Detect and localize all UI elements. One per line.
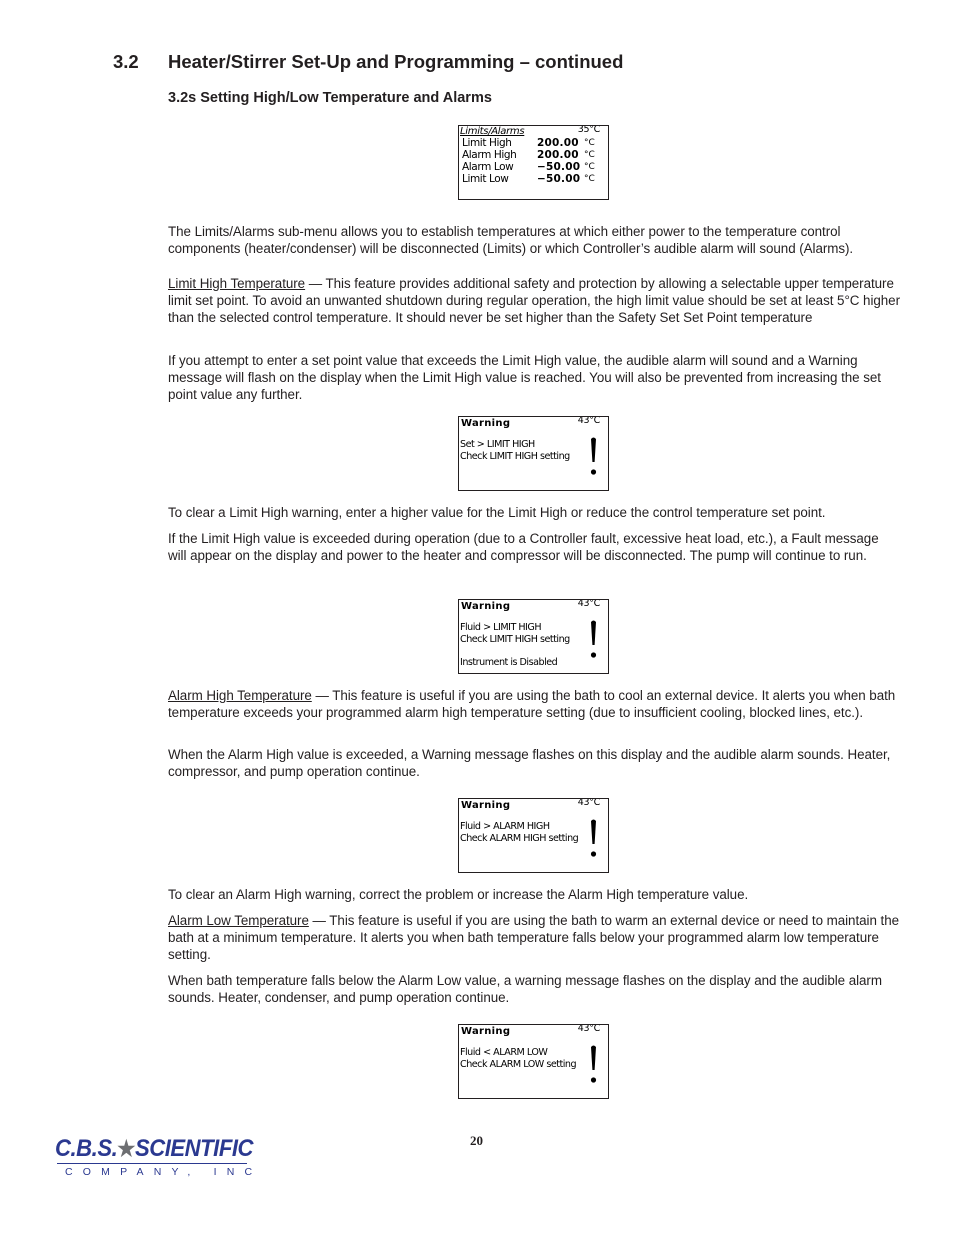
lcd-row-value: 200.00 (537, 137, 579, 149)
lcd-warning-fluid-alarm-high: Warning 43°C Fluid > ALARM HIGH Check AL… (458, 798, 609, 873)
logo-brand-right: SCIENTIFIC (134, 1135, 254, 1162)
section-number: 3.2 (113, 51, 139, 72)
lcd-line-3: Instrument is Disabled (460, 657, 558, 668)
logo-divider (57, 1163, 247, 1164)
logo-subtitle: COMPANY, INC (65, 1166, 263, 1178)
lcd-row-label: Alarm Low (462, 161, 514, 173)
lcd-warning-set-limit-high: Warning 43°C Set > LIMIT HIGH Check LIMI… (458, 416, 609, 491)
paragraph-limit-high-clear: To clear a Limit High warning, enter a h… (168, 505, 826, 520)
lcd-warning-title: Warning (461, 800, 511, 811)
lcd-row-label: Limit Low (462, 173, 509, 185)
lcd-line-2: Check ALARM LOW setting (460, 1059, 577, 1070)
paragraph-limit-high: Limit High Temperature — This feature pr… (168, 275, 900, 326)
exclamation-icon (590, 437, 597, 475)
logo-brand-left: C.B.S. (55, 1135, 118, 1162)
lcd-line-1: Fluid > LIMIT HIGH (460, 622, 542, 633)
term-alarm-high: Alarm High Temperature (168, 688, 312, 703)
subsection-heading: 3.2s Setting High/Low Temperature and Al… (168, 90, 492, 106)
exclamation-icon (590, 1045, 597, 1083)
exclamation-icon (590, 819, 597, 857)
page-number: 20 (470, 1133, 483, 1148)
lcd-row-value: 200.00 (537, 149, 579, 161)
paragraph-alarm-low: Alarm Low Temperature — This feature is … (168, 912, 900, 963)
paragraph-alarm-high-exceeded: When the Alarm High value is exceeded, a… (168, 747, 891, 779)
lcd-row-label: Limit High (462, 137, 512, 149)
paragraph-alarm-high: Alarm High Temperature — This feature is… (168, 687, 900, 721)
section-title: Heater/Stirrer Set-Up and Programming – … (168, 51, 624, 72)
lcd-line-2: Check ALARM HIGH setting (460, 833, 579, 844)
lcd-line-1: Fluid < ALARM LOW (460, 1047, 548, 1058)
lcd-line-1: Fluid > ALARM HIGH (460, 821, 550, 832)
lcd-warning-fluid-alarm-low: Warning 43°C Fluid < ALARM LOW Check ALA… (458, 1024, 609, 1099)
section-heading: 3.2 Heater/Stirrer Set-Up and Programming… (113, 51, 623, 73)
company-logo: C.B.S.★SCIENTIFIC COMPANY, INC (55, 1135, 255, 1183)
lcd-row-unit: °C (584, 138, 595, 148)
lcd-row-unit: °C (584, 150, 595, 160)
logo-brand: C.B.S.★SCIENTIFIC (55, 1135, 254, 1163)
paragraph-intro: The Limits/Alarms sub-menu allows you to… (168, 224, 854, 256)
lcd-title: Limits/Alarms (460, 126, 525, 137)
term-alarm-low: Alarm Low Temperature (168, 913, 309, 928)
term-limit-high: Limit High Temperature (168, 276, 306, 291)
lcd-temperature: 43°C (577, 416, 601, 426)
lcd-row-unit: °C (584, 174, 595, 184)
lcd-line-2: Check LIMIT HIGH setting (460, 451, 570, 462)
paragraph-limit-high-exceeded: If the Limit High value is exceeded duri… (168, 531, 879, 563)
lcd-row-label: Alarm High (462, 149, 517, 161)
lcd-warning-title: Warning (461, 601, 511, 612)
lcd-row-value: −50.00 (537, 161, 581, 173)
exclamation-icon (590, 620, 597, 658)
lcd-warning-title: Warning (461, 1026, 511, 1037)
lcd-temperature: 35°C (577, 125, 601, 135)
paragraph-alarm-high-clear: To clear an Alarm High warning, correct … (168, 887, 749, 902)
paragraph-limit-high-attempt: If you attempt to enter a set point valu… (168, 353, 881, 402)
lcd-temperature: 43°C (577, 599, 601, 609)
lcd-warning-fluid-limit-high: Warning 43°C Fluid > LIMIT HIGH Check LI… (458, 599, 609, 674)
lcd-line-1: Set > LIMIT HIGH (460, 439, 535, 450)
lcd-temperature: 43°C (577, 798, 601, 808)
lcd-row-unit: °C (584, 162, 595, 172)
lcd-warning-title: Warning (461, 418, 511, 429)
lcd-limits-alarms: Limits/Alarms 35°C Limit High 200.00 °C … (458, 125, 609, 200)
lcd-row-value: −50.00 (537, 173, 581, 185)
paragraph-alarm-low-below: When bath temperature falls below the Al… (168, 973, 882, 1005)
lcd-temperature: 43°C (577, 1024, 601, 1034)
star-icon: ★ (117, 1136, 135, 1161)
lcd-line-2: Check LIMIT HIGH setting (460, 634, 570, 645)
